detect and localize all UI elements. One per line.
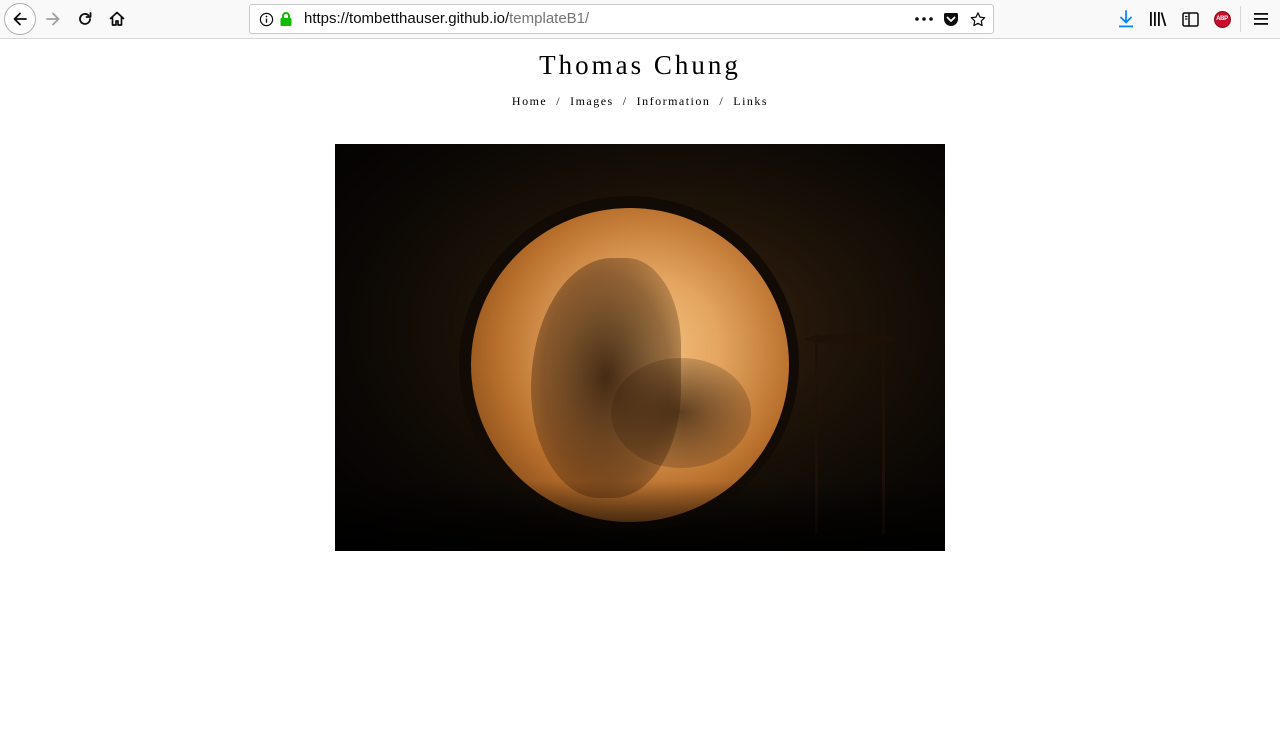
download-arrow-icon[interactable]	[1116, 9, 1136, 29]
hamburger-icon[interactable]	[1251, 9, 1271, 29]
lock-icon[interactable]	[278, 11, 294, 27]
url-text[interactable]: https://tombetthauser.github.io/template…	[304, 5, 589, 33]
pocket-icon[interactable]	[943, 11, 959, 27]
reload-icon	[79, 12, 92, 25]
url-bar[interactable]: https://tombetthauser.github.io/template…	[249, 4, 994, 34]
info-icon[interactable]	[258, 11, 274, 27]
photo-drum-face	[471, 208, 789, 522]
home-button[interactable]	[102, 4, 132, 34]
nav-images-link[interactable]: Images	[570, 94, 614, 108]
nav-separator: /	[622, 94, 628, 108]
nav-separator: /	[719, 94, 725, 108]
arrow-right-icon	[46, 12, 60, 26]
reload-button[interactable]	[70, 4, 100, 34]
star-icon[interactable]	[970, 11, 986, 27]
home-icon	[109, 11, 125, 26]
arrow-left-icon	[13, 12, 27, 26]
toolbar-separator	[1240, 6, 1241, 32]
site-nav: Home / Images / Information / Links	[0, 94, 1280, 109]
featured-photo[interactable]	[335, 144, 945, 551]
photo-floor-shadow	[335, 481, 945, 551]
abp-label: ABP	[1213, 10, 1231, 28]
forward-button[interactable]	[38, 4, 68, 34]
nav-links-link[interactable]: Links	[733, 94, 768, 108]
nav-home-link[interactable]: Home	[512, 94, 547, 108]
site-title: Thomas Chung	[539, 50, 741, 80]
nav-information-link[interactable]: Information	[637, 94, 711, 108]
browser-toolbar: https://tombetthauser.github.io/template…	[0, 0, 1280, 39]
more-dots-icon[interactable]	[914, 11, 934, 27]
library-icon[interactable]	[1148, 9, 1168, 29]
url-host: https://tombetthauser.github.io/	[304, 10, 510, 27]
photo-shadow-hand	[611, 358, 751, 468]
sidebar-icon[interactable]	[1180, 9, 1200, 29]
abp-icon[interactable]: ABP	[1212, 9, 1232, 29]
nav-separator: /	[556, 94, 562, 108]
url-path: templateB1/	[509, 10, 590, 27]
back-button[interactable]	[4, 3, 36, 35]
